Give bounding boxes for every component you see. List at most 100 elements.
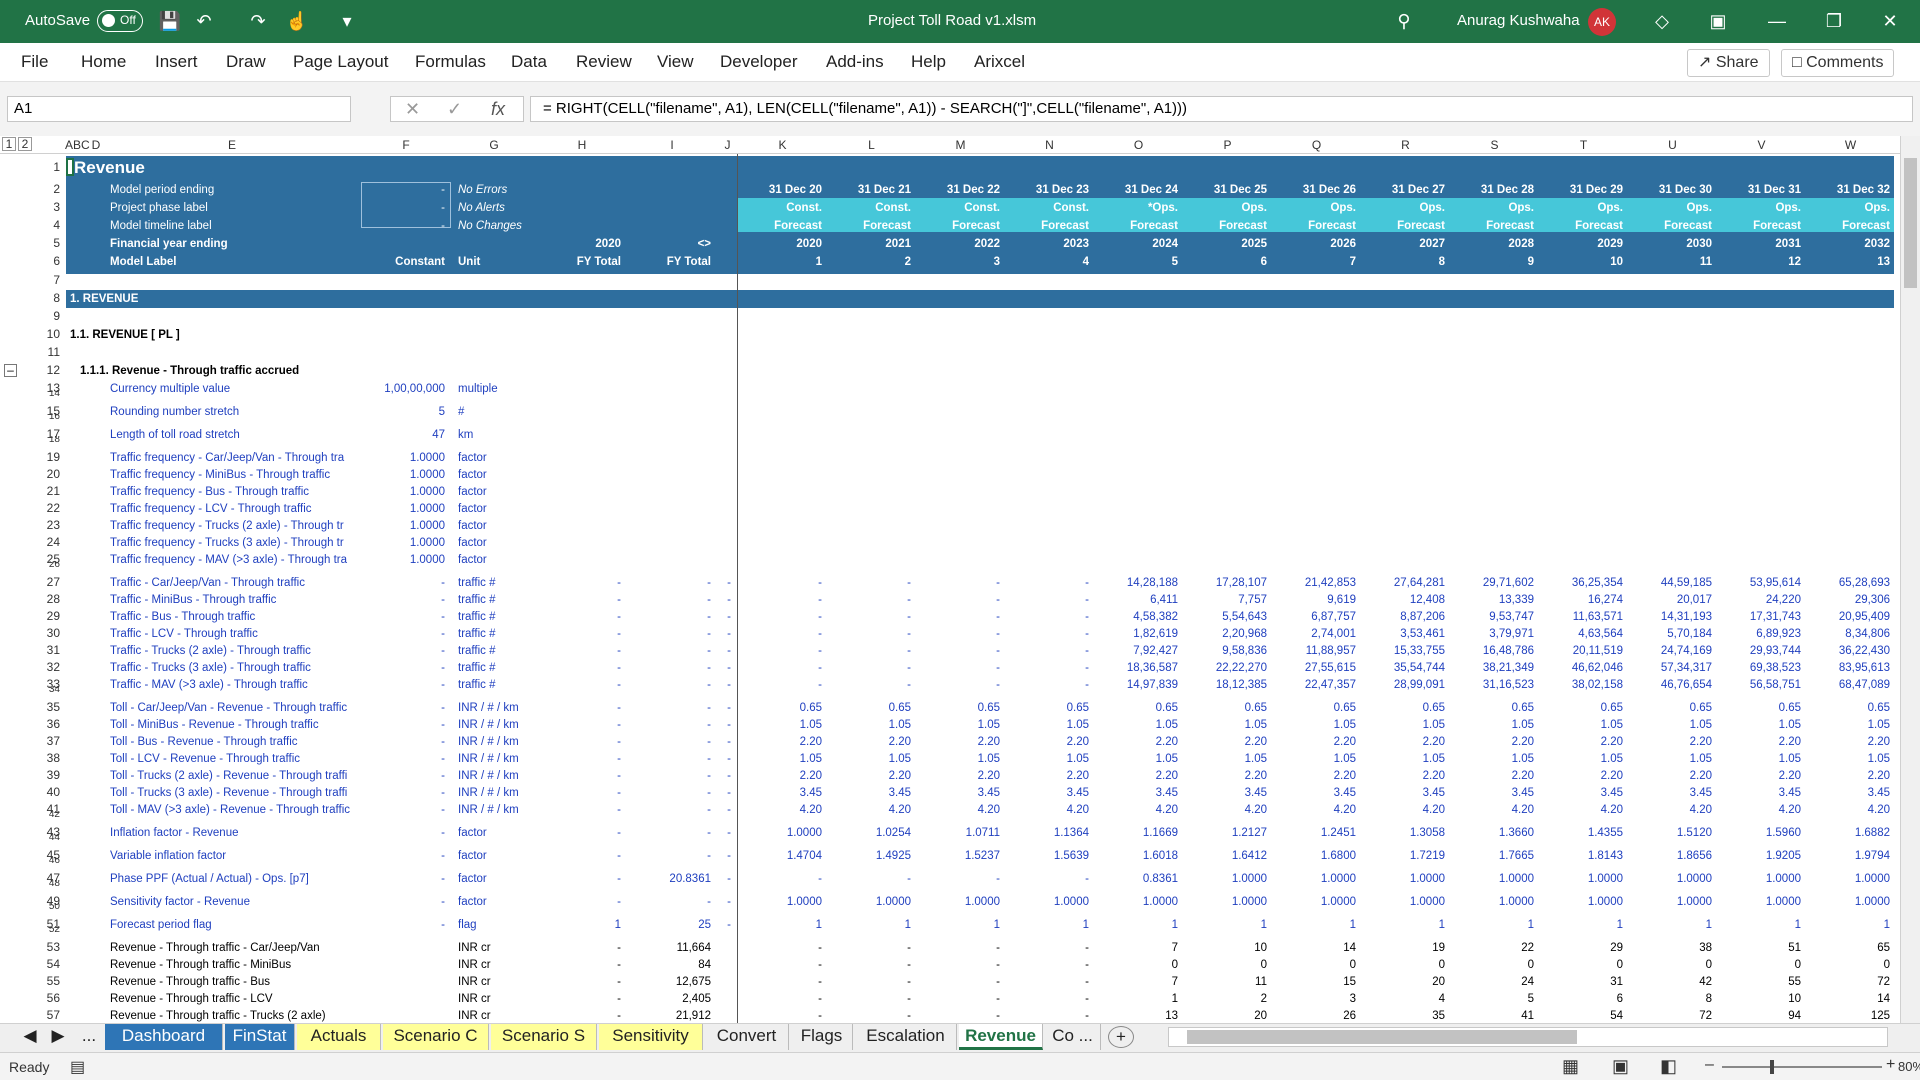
formula-input[interactable]: = RIGHT(CELL("filename", A1), LEN(CELL("… [530, 96, 1913, 122]
outline-level-1[interactable]: 1 [2, 137, 16, 151]
undo-icon[interactable]: ↶ [192, 9, 216, 33]
name-box[interactable]: A1 [7, 96, 351, 122]
row-56[interactable]: 56 [36, 991, 60, 1005]
row-45[interactable]: 45 [36, 848, 60, 862]
col-m[interactable]: M [916, 138, 1005, 152]
normal-view-icon[interactable]: ▦ [1562, 1056, 1579, 1077]
close-icon[interactable]: ✕ [1878, 9, 1902, 33]
scroll-thumb[interactable] [1904, 158, 1917, 288]
row-25[interactable]: 25 [36, 552, 60, 566]
menu-file[interactable]: File [21, 52, 48, 72]
window-title[interactable]: Project Toll Road v1.xlsm [868, 12, 1036, 29]
zoom-slider[interactable] [1722, 1060, 1882, 1074]
comments-button[interactable]: □ Comments [1781, 49, 1895, 77]
search-icon[interactable]: ⚲ [1392, 9, 1416, 33]
row-53[interactable]: 53 [36, 940, 60, 954]
sheet-tab-co-[interactable]: Co ... [1045, 1024, 1101, 1050]
col-a[interactable]: A [65, 138, 73, 152]
macro-record-icon[interactable]: ▤ [70, 1057, 85, 1077]
menu-help[interactable]: Help [911, 52, 946, 72]
row-35[interactable]: 35 [36, 700, 60, 714]
share-button[interactable]: ↗ Share [1687, 49, 1770, 77]
menu-view[interactable]: View [657, 52, 694, 72]
sheet-tab-finstat[interactable]: FinStat [225, 1024, 295, 1050]
row-22[interactable]: 22 [36, 501, 60, 515]
col-p[interactable]: P [1183, 138, 1272, 152]
col-b[interactable]: B [73, 138, 81, 152]
horizontal-scrollbar[interactable] [1168, 1027, 1888, 1047]
row-43[interactable]: 43 [36, 825, 60, 839]
col-w[interactable]: W [1806, 138, 1895, 152]
page-break-view-icon[interactable]: ◧ [1660, 1056, 1677, 1077]
row-39[interactable]: 39 [36, 768, 60, 782]
col-s[interactable]: S [1450, 138, 1539, 152]
restore-icon[interactable]: ❐ [1822, 9, 1846, 33]
customize-toolbar-icon[interactable]: ▾ [335, 9, 359, 33]
col-v[interactable]: V [1717, 138, 1806, 152]
zoom-level[interactable]: 80% [1898, 1059, 1920, 1074]
zoom-in-icon[interactable]: + [1886, 1056, 1895, 1074]
col-c[interactable]: C [81, 138, 90, 152]
row-20[interactable]: 20 [36, 467, 60, 481]
outline-level-2[interactable]: 2 [18, 137, 32, 151]
diamond-icon[interactable]: ◇ [1650, 9, 1674, 33]
col-l[interactable]: L [827, 138, 916, 152]
menu-formulas[interactable]: Formulas [415, 52, 486, 72]
col-q[interactable]: Q [1272, 138, 1361, 152]
menu-data[interactable]: Data [511, 52, 547, 72]
col-k[interactable]: K [738, 138, 827, 152]
vertical-scrollbar[interactable] [1900, 136, 1920, 1023]
row-28[interactable]: 28 [36, 592, 60, 606]
menu-insert[interactable]: Insert [155, 52, 198, 72]
menu-add-ins[interactable]: Add-ins [826, 52, 884, 72]
menu-page-layout[interactable]: Page Layout [293, 52, 388, 72]
row-55[interactable]: 55 [36, 974, 60, 988]
zoom-thumb[interactable] [1770, 1060, 1774, 1074]
col-t[interactable]: T [1539, 138, 1628, 152]
col-r[interactable]: R [1361, 138, 1450, 152]
active-cell[interactable] [66, 158, 74, 176]
col-j[interactable]: J [717, 138, 738, 152]
sheet-tab-scenario-s[interactable]: Scenario S [491, 1024, 597, 1050]
col-d[interactable]: D [89, 138, 103, 152]
spreadsheet-grid[interactable]: 1 Revenue 2 3 4 5 6 Model period ending … [0, 154, 1900, 1023]
touch-mode-icon[interactable]: ☝ [285, 9, 309, 33]
sheet-tab-escalation[interactable]: Escalation [855, 1024, 957, 1050]
row-54[interactable]: 54 [36, 957, 60, 971]
menu-arixcel[interactable]: Arixcel [974, 52, 1025, 72]
row-24[interactable]: 24 [36, 535, 60, 549]
sheet-tab-dashboard[interactable]: Dashboard [105, 1024, 223, 1050]
save-icon[interactable]: 💾 [158, 9, 182, 33]
col-f[interactable]: F [361, 138, 451, 152]
row-21[interactable]: 21 [36, 484, 60, 498]
function-icon[interactable]: fx [491, 99, 505, 120]
sheet-tab-flags[interactable]: Flags [791, 1024, 853, 1050]
row-40[interactable]: 40 [36, 785, 60, 799]
row-47[interactable]: 47 [36, 871, 60, 885]
autosave-toggle[interactable]: Off [97, 10, 143, 32]
menu-draw[interactable]: Draw [226, 52, 266, 72]
cancel-icon[interactable]: ✕ [405, 99, 420, 120]
sheet-tab-convert[interactable]: Convert [705, 1024, 789, 1050]
page-layout-view-icon[interactable]: ▣ [1612, 1056, 1629, 1077]
col-i[interactable]: I [627, 138, 717, 152]
tab-more-icon[interactable]: ... [74, 1024, 104, 1050]
row-32[interactable]: 32 [36, 660, 60, 674]
row-27[interactable]: 27 [36, 575, 60, 589]
row-23[interactable]: 23 [36, 518, 60, 532]
col-n[interactable]: N [1005, 138, 1094, 152]
row-33[interactable]: 33 [36, 677, 60, 691]
col-e[interactable]: E [103, 138, 361, 152]
avatar[interactable]: AK [1588, 8, 1616, 36]
minimize-icon[interactable]: — [1765, 9, 1789, 33]
row-49[interactable]: 49 [36, 894, 60, 908]
collapse-outline-button[interactable]: – [4, 364, 17, 377]
tab-next-icon[interactable]: ▶ [46, 1024, 70, 1050]
row-41[interactable]: 41 [36, 802, 60, 816]
row-36[interactable]: 36 [36, 717, 60, 731]
menu-developer[interactable]: Developer [720, 52, 798, 72]
row-38[interactable]: 38 [36, 751, 60, 765]
col-g[interactable]: G [451, 138, 537, 152]
row-19[interactable]: 19 [36, 450, 60, 464]
menu-review[interactable]: Review [576, 52, 632, 72]
